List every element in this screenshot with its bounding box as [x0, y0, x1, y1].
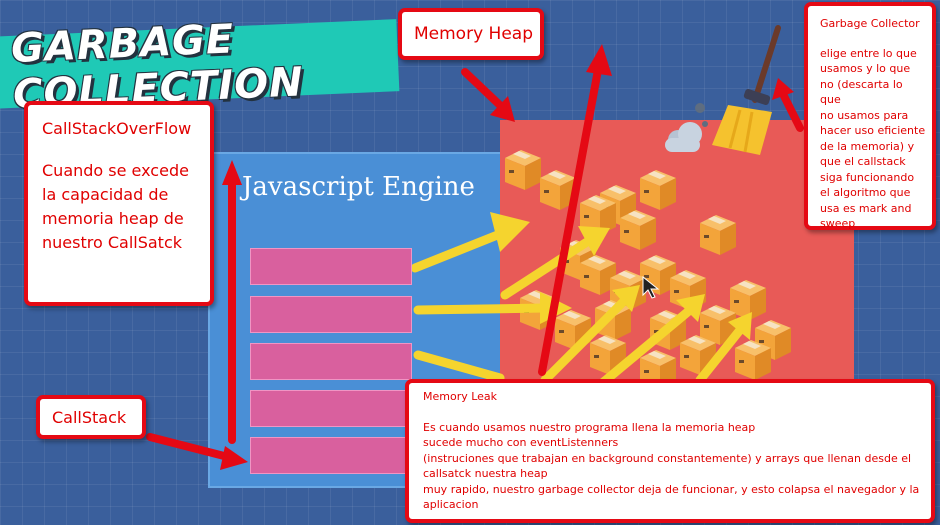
memory-heap-card: Memory Heap: [398, 8, 544, 60]
callstack-overflow-title: CallStackOverFlow: [42, 119, 192, 138]
memory-heap-title: Memory Heap: [414, 24, 533, 44]
callstack-title: CallStack: [52, 407, 127, 427]
callstack-card: CallStack: [36, 395, 146, 439]
garbage-collector-title: Garbage Collector: [820, 17, 920, 30]
memory-leak-card: Memory Leak Es cuando usamos nuestro pro…: [405, 379, 935, 523]
memory-leak-title: Memory Leak: [423, 390, 498, 403]
callstack-overflow-card: CallStackOverFlow Cuando se excede la ca…: [24, 101, 214, 306]
garbage-collector-card: Garbage Collector elige entre lo que usa…: [804, 2, 936, 230]
garbage-collector-body: elige entre lo que usamos y lo que no (d…: [820, 46, 926, 231]
callstack-overflow-body: Cuando se excede la capacidad de memoria…: [42, 161, 189, 252]
memory-leak-body: Es cuando usamos nuestro programa llena …: [423, 420, 920, 512]
